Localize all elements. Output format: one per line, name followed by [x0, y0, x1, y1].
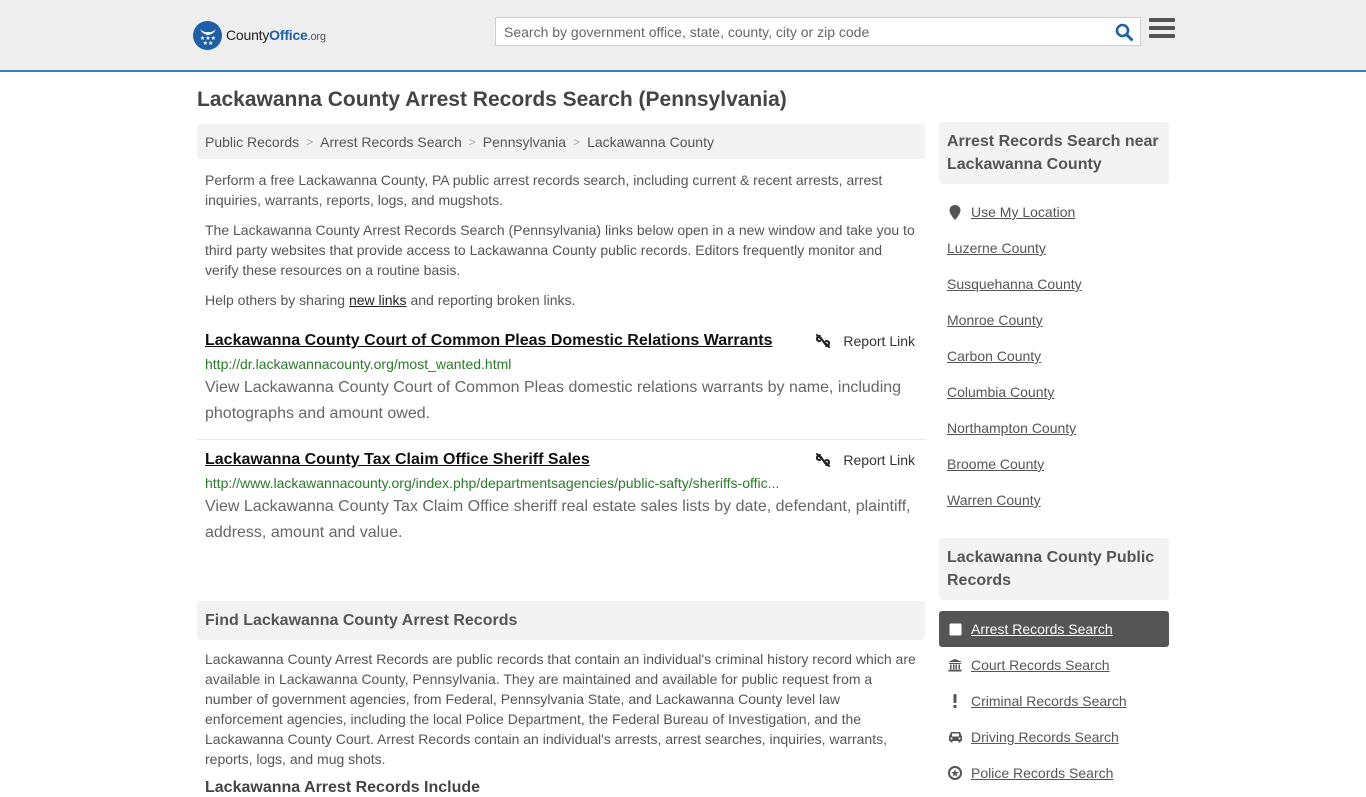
- nearby-county-item[interactable]: Monroe County: [939, 302, 1169, 338]
- exclamation-icon: [947, 694, 963, 708]
- police-records-link[interactable]: Police Records Search: [971, 765, 1113, 781]
- find-records-body: Lackawanna County Arrest Records are pub…: [205, 651, 916, 767]
- report-link-button[interactable]: Report Link: [815, 450, 915, 470]
- hamburger-menu-icon[interactable]: [1149, 18, 1175, 42]
- map-pin-icon: [947, 204, 963, 220]
- nearby-county-item[interactable]: Susquehanna County: [939, 266, 1169, 302]
- intro-text: Perform a free Lackawanna County, PA pub…: [197, 170, 925, 310]
- result-title-link[interactable]: Lackawanna County Court of Common Pleas …: [205, 331, 773, 351]
- driving-records-link[interactable]: Driving Records Search: [971, 729, 1119, 745]
- result-url: http://dr.lackawannacounty.org/most_want…: [205, 356, 512, 372]
- logo-text: CountyOffice.org: [226, 27, 326, 43]
- nearby-county-item[interactable]: Columbia County: [939, 374, 1169, 410]
- nearby-county-link[interactable]: Carbon County: [947, 348, 1041, 364]
- site-header: ★★★ ★★ CountyOffice.org: [0, 0, 1366, 72]
- court-records-link[interactable]: Court Records Search: [971, 657, 1110, 673]
- breadcrumb-arrest-records-search[interactable]: Arrest Records Search: [320, 134, 462, 150]
- breadcrumb-separator: >: [306, 134, 314, 149]
- nearby-list: Use My Location Luzerne County Susquehan…: [939, 194, 1169, 518]
- result-description: View Lackawanna County Court of Common P…: [205, 379, 902, 422]
- result-url: http://www.lackawannacounty.org/index.ph…: [205, 475, 780, 491]
- criminal-records-link[interactable]: Criminal Records Search: [971, 693, 1127, 709]
- use-my-location-item[interactable]: Use My Location: [939, 194, 1169, 230]
- arrest-records-link[interactable]: Arrest Records Search: [971, 621, 1113, 637]
- courthouse-icon: [947, 658, 963, 672]
- breadcrumb-public-records[interactable]: Public Records: [205, 134, 299, 150]
- search-input[interactable]: [496, 18, 1108, 45]
- broken-link-icon: [816, 334, 831, 348]
- intro-paragraph: The Lackawanna County Arrest Records Sea…: [205, 222, 915, 278]
- breadcrumb-lackawanna-county[interactable]: Lackawanna County: [587, 134, 714, 150]
- nearby-county-link[interactable]: Northampton County: [947, 420, 1076, 436]
- breadcrumb-pennsylvania[interactable]: Pennsylvania: [483, 134, 566, 150]
- square-icon: [947, 623, 963, 636]
- nearby-county-link[interactable]: Columbia County: [947, 384, 1054, 400]
- car-icon: [947, 731, 963, 743]
- nearby-county-link[interactable]: Monroe County: [947, 312, 1043, 328]
- breadcrumb: Public Records > Arrest Records Search >…: [197, 124, 925, 159]
- search-icon: [1115, 23, 1133, 41]
- nearby-heading: Arrest Records Search near Lackawanna Co…: [939, 122, 1169, 184]
- new-links-link[interactable]: new links: [349, 292, 407, 308]
- sidebar-item-driving-records[interactable]: Driving Records Search: [939, 719, 1169, 755]
- sidebar-item-court-records[interactable]: Court Records Search: [939, 647, 1169, 683]
- sidebar-item-criminal-records[interactable]: Criminal Records Search: [939, 683, 1169, 719]
- report-link-button[interactable]: Report Link: [815, 331, 915, 351]
- result-item: Lackawanna County Tax Claim Office Sheri…: [197, 440, 925, 558]
- nearby-county-item[interactable]: Warren County: [939, 482, 1169, 518]
- result-item: Lackawanna County Court of Common Pleas …: [197, 321, 925, 440]
- arrest-records-include-heading: Lackawanna Arrest Records Include: [205, 779, 481, 796]
- nearby-county-link[interactable]: Luzerne County: [947, 240, 1046, 256]
- results-list: Lackawanna County Court of Common Pleas …: [197, 321, 925, 558]
- page-title: Lackawanna County Arrest Records Search …: [197, 88, 787, 111]
- intro-paragraph: Perform a free Lackawanna County, PA pub…: [205, 172, 883, 208]
- use-my-location-link[interactable]: Use My Location: [971, 204, 1075, 220]
- breadcrumb-separator: >: [468, 134, 476, 149]
- broken-link-icon: [816, 453, 831, 467]
- main-content: Public Records > Arrest Records Search >…: [197, 124, 925, 797]
- find-records-heading: Find Lackawanna County Arrest Records: [197, 601, 925, 640]
- nearby-county-link[interactable]: Warren County: [947, 492, 1041, 508]
- nearby-county-link[interactable]: Susquehanna County: [947, 276, 1082, 292]
- nearby-county-item[interactable]: Carbon County: [939, 338, 1169, 374]
- nearby-county-item[interactable]: Broome County: [939, 446, 1169, 482]
- search-bar: [495, 17, 1141, 46]
- nearby-county-item[interactable]: Luzerne County: [939, 230, 1169, 266]
- breadcrumb-separator: >: [573, 134, 581, 149]
- share-links-paragraph: Help others by sharing new links and rep…: [205, 292, 576, 308]
- result-description: View Lackawanna County Tax Claim Office …: [205, 498, 911, 541]
- sidebar-item-arrest-records[interactable]: Arrest Records Search: [939, 611, 1169, 647]
- sidebar-item-police-records[interactable]: Police Records Search: [939, 755, 1169, 791]
- public-records-heading: Lackawanna County Public Records: [939, 538, 1169, 600]
- search-button[interactable]: [1108, 18, 1140, 45]
- nearby-county-item[interactable]: Northampton County: [939, 410, 1169, 446]
- svg-text:★★: ★★: [202, 40, 213, 46]
- eagle-stars-logo-icon: ★★★ ★★: [193, 20, 222, 50]
- nearby-county-link[interactable]: Broome County: [947, 456, 1044, 472]
- police-badge-icon: [947, 766, 963, 780]
- sidebar: Arrest Records Search near Lackawanna Co…: [939, 122, 1169, 791]
- public-records-list: Arrest Records Search Court Records Sear…: [939, 611, 1169, 791]
- site-logo[interactable]: ★★★ ★★ CountyOffice.org: [193, 20, 326, 50]
- result-title-link[interactable]: Lackawanna County Tax Claim Office Sheri…: [205, 450, 590, 470]
